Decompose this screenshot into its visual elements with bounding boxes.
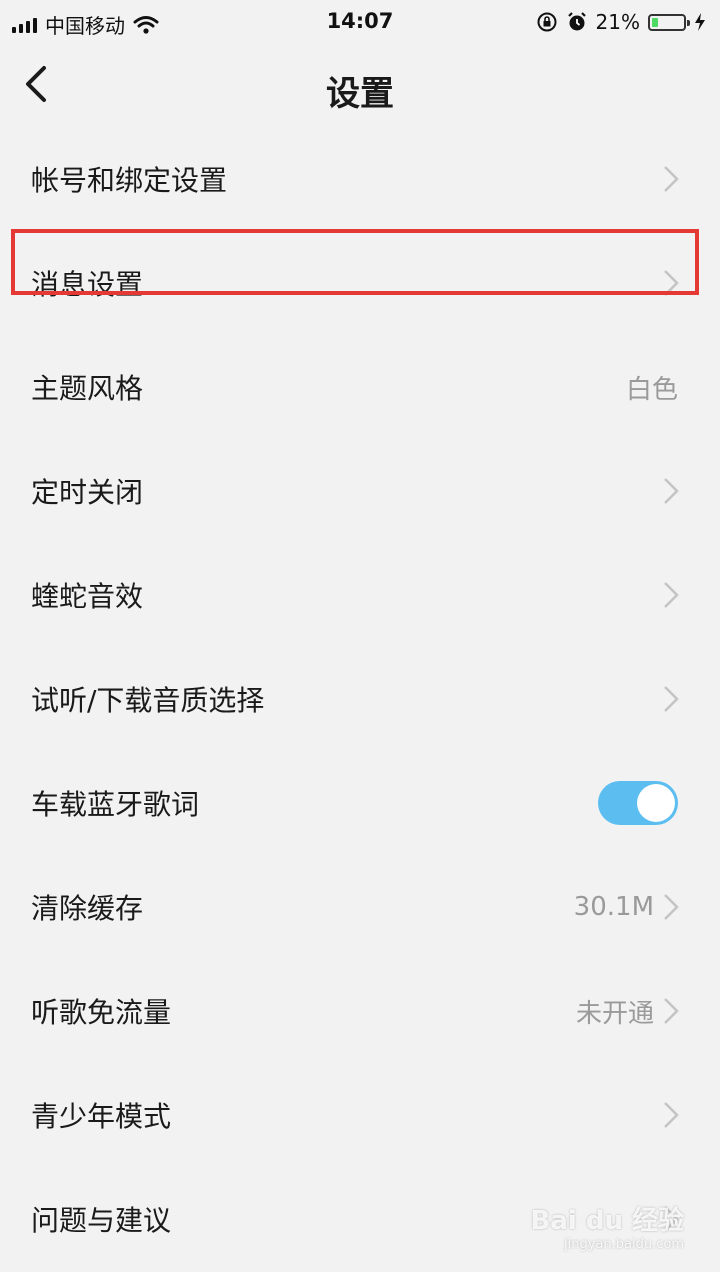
settings-item-label: 青少年模式 (31, 1100, 172, 1133)
settings-item-audio-quality[interactable]: 试听/下载音质选择 (0, 647, 720, 751)
chevron-right-icon (664, 166, 679, 192)
settings-item-sleep-timer[interactable]: 定时关闭 (0, 439, 720, 543)
chevron-right-icon (664, 998, 679, 1024)
free-data-status: 未开通 (575, 998, 654, 1029)
settings-item-label: 主题风格 (31, 372, 144, 405)
battery-icon (648, 13, 690, 31)
car-lyrics-toggle[interactable] (598, 781, 678, 825)
nav-bar: 设置 (0, 48, 720, 122)
settings-item-label: 问题与建议 (31, 1204, 172, 1237)
settings-item-car-bluetooth-lyrics: 车载蓝牙歌词 (0, 751, 720, 855)
settings-item-teen-mode[interactable]: 青少年模式 (0, 1063, 720, 1167)
cache-size-value: 30.1M (573, 892, 654, 922)
chevron-right-icon (664, 270, 679, 296)
settings-item-label: 定时关闭 (31, 476, 144, 509)
toggle-knob (637, 784, 675, 822)
watermark-logo: Bai du 经验 (530, 1206, 685, 1236)
settings-item-label: 帐号和绑定设置 (31, 164, 228, 197)
watermark-url: jingyan.baidu.com (564, 1237, 684, 1252)
battery-percent: 21% (595, 10, 640, 34)
settings-item-label: 试听/下载音质选择 (31, 684, 265, 717)
chevron-right-icon (664, 894, 679, 920)
settings-list: 帐号和绑定设置 消息设置 主题风格 白色 定时关闭 蝰蛇音效 试听/下载音质选择… (0, 127, 720, 1271)
settings-item-theme[interactable]: 主题风格 白色 (0, 335, 720, 439)
settings-item-clear-cache[interactable]: 清除缓存 30.1M (0, 855, 720, 959)
settings-item-free-data[interactable]: 听歌免流量 未开通 (0, 959, 720, 1063)
settings-item-account[interactable]: 帐号和绑定设置 (0, 127, 720, 231)
settings-item-messages[interactable]: 消息设置 (0, 231, 720, 335)
chevron-right-icon (664, 1102, 679, 1128)
settings-item-label: 清除缓存 (31, 892, 144, 925)
settings-item-sound-effects[interactable]: 蝰蛇音效 (0, 543, 720, 647)
page-title: 设置 (326, 74, 394, 114)
charging-bolt-icon (695, 13, 705, 31)
watermark: Bai du 经验 jingyan.baidu.com (531, 1200, 685, 1252)
battery-level-fill (652, 17, 658, 27)
theme-value: 白色 (625, 374, 678, 405)
status-right: 21% (536, 10, 706, 34)
settings-item-label: 车载蓝牙歌词 (31, 788, 200, 821)
settings-item-label: 蝰蛇音效 (31, 580, 144, 613)
chevron-right-icon (664, 582, 679, 608)
rotation-lock-icon (537, 12, 557, 32)
alarm-icon (567, 12, 586, 31)
chevron-right-icon (664, 686, 679, 712)
chevron-right-icon (664, 478, 679, 504)
settings-item-label: 消息设置 (31, 268, 144, 301)
status-bar: 中国移动 14:07 21% (0, 0, 720, 48)
settings-item-label: 听歌免流量 (31, 996, 172, 1029)
